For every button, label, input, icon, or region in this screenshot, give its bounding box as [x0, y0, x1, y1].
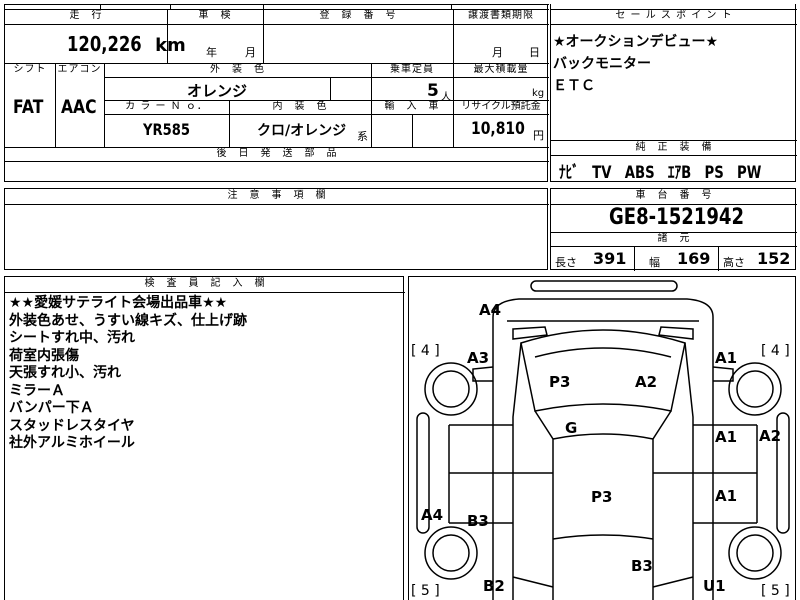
capacity-value: 5	[427, 81, 439, 101]
inspection-month: 月	[245, 46, 256, 59]
width-value: 169	[677, 249, 711, 268]
car-outline	[416, 280, 790, 600]
damage-mark: A2	[759, 427, 782, 445]
inspector-note-line: スタッドレスタイヤ	[9, 417, 135, 434]
inspector-notes-list: ★★愛媛サテライト会場出品車★★ 外装色あせ、うすい線キズ、仕上げ跡 シートすれ…	[9, 295, 247, 453]
capacity-label: 乗車定員	[390, 64, 434, 75]
sales-point-line: バックモニター	[553, 56, 651, 72]
tire-depth-rear-left: [ 5 ]	[411, 583, 440, 599]
transfer-deadline-label: 譲渡書類期限	[468, 10, 534, 21]
sales-point-line: ＥＴＣ	[553, 78, 595, 94]
ac-label: エアコン	[57, 64, 102, 75]
inspector-note-line: 社外アルミホイール	[9, 435, 135, 451]
import-label: 輸 入 車	[384, 101, 440, 112]
later-shipping-parts-label: 後 日 発 送 部 品	[216, 148, 338, 159]
recycle-deposit-value: 10,810	[471, 119, 525, 139]
inspector-note-line: 天張すれ小、汚れ	[9, 365, 121, 381]
spec-table: 走 行 車 検 登 録 番 号 譲渡書類期限 120,226 km 年 月 月 …	[4, 4, 549, 182]
tire-depth-rear-right: [ 5 ]	[761, 583, 790, 599]
mileage-value: 120,226 km	[67, 32, 186, 56]
chassis-number-value: GE8-1521942	[609, 205, 745, 230]
sales-points-label: セ ー ル ス ポ イ ン ト	[615, 10, 733, 21]
recycle-deposit-label: リサイクル預託金	[461, 101, 541, 112]
car-condition-diagram: [ 4 ] [ 4 ] [ 5 ] [ 5 ] A4 A3 A1 P3 A2 G…	[408, 276, 796, 600]
inspector-label: 検 査 員 記 入 欄	[144, 278, 266, 289]
registration-label: 登 録 番 号	[319, 10, 397, 21]
damage-mark: B3	[467, 512, 489, 530]
chassis-box: 車 台 番 号 GE8-1521942 諸 元 長さ 391 幅 169 高さ …	[550, 188, 797, 271]
damage-mark: P3	[549, 373, 571, 391]
damage-mark: A4	[479, 301, 502, 319]
shift-label: シフト	[13, 64, 47, 75]
sales-point-line: ★オークションデビュー★	[553, 34, 719, 50]
max-load-label: 最大積載量	[473, 64, 529, 75]
damage-mark: P3	[591, 488, 613, 506]
notes-label: 注 意 事 項 欄	[227, 190, 327, 201]
inspector-note-line: ★★愛媛サテライト会場出品車★★	[9, 295, 228, 311]
exterior-color-label: 外 装 色	[210, 64, 265, 75]
height-value: 152	[757, 249, 791, 268]
inspection-label: 車 検	[198, 10, 232, 21]
standard-equipment-label: 純 正 装 備	[635, 142, 713, 153]
damage-mark: A1	[715, 349, 738, 367]
inspection-year: 年	[206, 46, 217, 59]
color-no-label: カ ラ ー Ｎ ｏ．	[125, 101, 208, 112]
interior-color-suffix: 系	[357, 130, 368, 143]
inspector-note-line: シートすれ中、汚れ	[9, 330, 135, 346]
damage-mark: A1	[715, 428, 738, 446]
transfer-month: 月	[492, 46, 503, 59]
height-label: 高さ	[723, 256, 745, 269]
interior-color-value: クロ/オレンジ	[257, 123, 347, 139]
damage-mark: A3	[467, 349, 490, 367]
damage-mark: A1	[715, 487, 738, 505]
exterior-color-value: オレンジ	[187, 82, 248, 100]
dimensions-label: 諸 元	[657, 233, 691, 244]
inspector-note-line: 外装色あせ、うすい線キズ、仕上げ跡	[9, 312, 247, 329]
inspector-note-line: バンパー下Ａ	[9, 400, 94, 416]
damage-mark: G	[565, 419, 578, 437]
max-load-unit: kg	[532, 88, 545, 99]
mileage-label: 走 行	[69, 10, 103, 21]
transfer-day: 日	[529, 46, 540, 59]
shift-value: FAT	[13, 96, 44, 118]
sales-points-box: セ ー ル ス ポ イ ン ト ★オークションデビュー★ バックモニター ＥＴＣ…	[550, 4, 797, 183]
recycle-deposit-unit: 円	[533, 129, 544, 142]
interior-color-label: 内 装 色	[272, 101, 328, 112]
width-label: 幅	[649, 256, 660, 269]
length-label: 長さ	[555, 256, 577, 269]
damage-mark: A4	[421, 506, 444, 524]
tire-depth-front-left: [ 4 ]	[411, 343, 440, 359]
inspector-note-line: ミラーＡ	[9, 382, 65, 399]
tire-depth-front-right: [ 4 ]	[761, 343, 790, 359]
standard-equipment-value: ﾅﾋﾞ TV ABS ｴｱB PS PW	[559, 163, 762, 183]
damage-mark: U1	[703, 577, 726, 595]
color-no-value: YR585	[143, 120, 190, 139]
chassis-number-label: 車 台 番 号	[635, 190, 713, 201]
damage-mark: B2	[483, 577, 505, 595]
inspector-box: 検 査 員 記 入 欄 ★★愛媛サテライト会場出品車★★ 外装色あせ、うすい線キ…	[4, 276, 405, 600]
length-value: 391	[593, 249, 627, 268]
inspector-note-line: 荷室内張傷	[9, 347, 79, 364]
damage-mark: A2	[635, 373, 658, 391]
damage-mark: B3	[631, 557, 653, 575]
notes-box: 注 意 事 項 欄	[4, 188, 549, 270]
ac-value: AAC	[61, 96, 97, 118]
